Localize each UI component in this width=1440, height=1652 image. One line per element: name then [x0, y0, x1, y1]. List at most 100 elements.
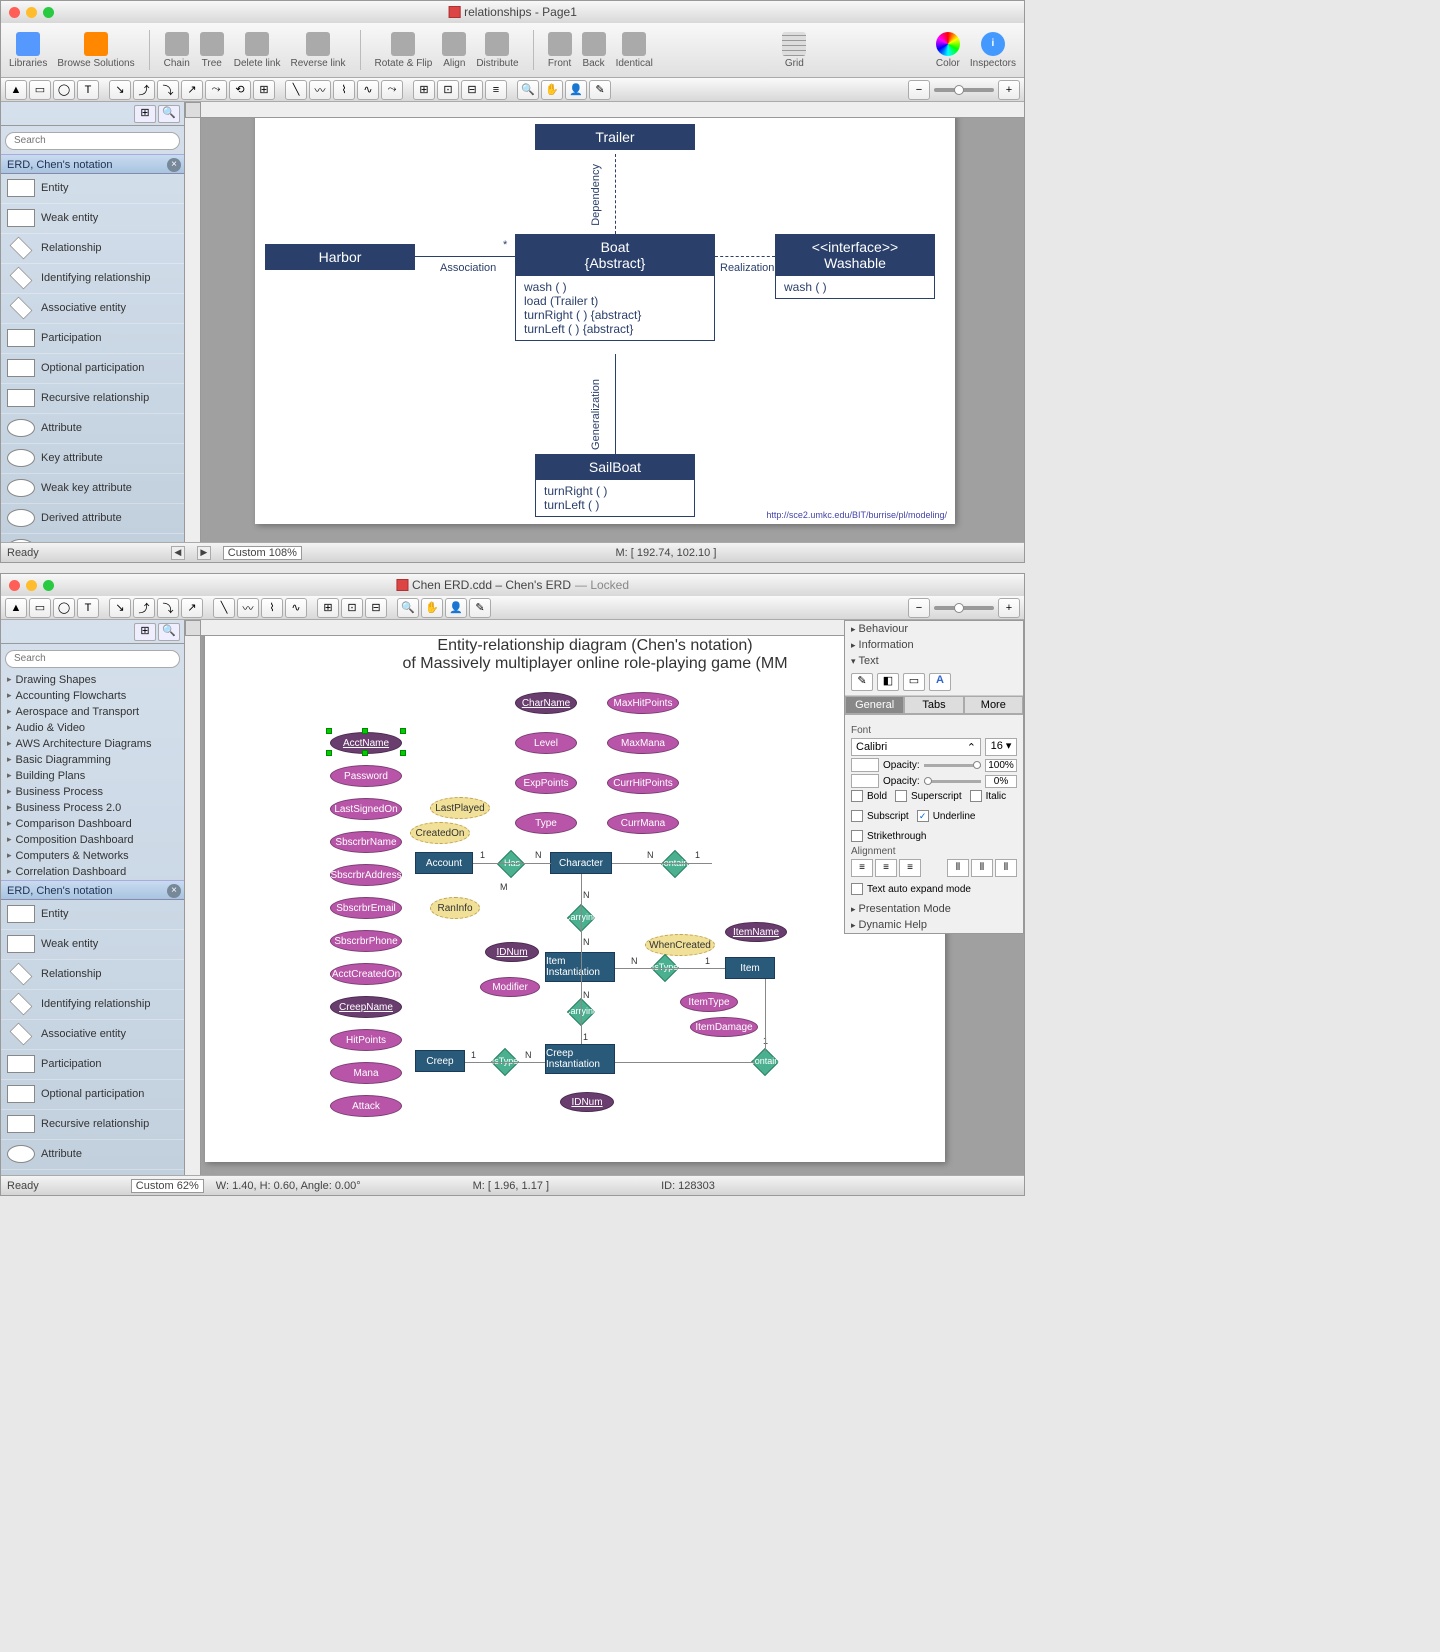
grid-tool[interactable]: ⊞: [317, 598, 339, 618]
connector-tool[interactable]: ↘: [109, 80, 131, 100]
tree-item[interactable]: Accounting Flowcharts: [1, 688, 184, 704]
attr-sbscrbrphone[interactable]: SbscrbrPhone: [330, 930, 402, 952]
text-style-icon-1[interactable]: ✎: [851, 673, 873, 691]
attr-itemname[interactable]: ItemName: [725, 922, 787, 942]
lib-item[interactable]: Identifying relationship: [1, 264, 184, 294]
scroll-right-button[interactable]: ▶: [197, 546, 211, 560]
tree-button[interactable]: Tree: [200, 32, 224, 69]
insp-behaviour[interactable]: Behaviour: [845, 621, 1023, 637]
brush-tool[interactable]: ✎: [469, 598, 491, 618]
attr-modifier[interactable]: Modifier: [480, 977, 540, 997]
tree-item[interactable]: Building Plans: [1, 768, 184, 784]
text-style-icon-3[interactable]: ▭: [903, 673, 925, 691]
tree-item[interactable]: Composition Dashboard: [1, 832, 184, 848]
titlebar[interactable]: relationships - Page1: [1, 1, 1024, 23]
oval-tool[interactable]: ◯: [53, 598, 75, 618]
opacity-value-2[interactable]: 0%: [985, 775, 1017, 788]
pan-tool[interactable]: ✋: [541, 80, 563, 100]
lib-item[interactable]: Key attribute: [1, 1170, 184, 1176]
text-tool[interactable]: T: [77, 598, 99, 618]
ruler-vertical[interactable]: [185, 118, 201, 542]
lib-item[interactable]: Attribute: [1, 414, 184, 444]
align-button[interactable]: Align: [442, 32, 466, 69]
selection-handle[interactable]: [400, 728, 406, 734]
lib-item[interactable]: Multivalue attribute: [1, 534, 184, 543]
entity-item-inst[interactable]: Item Instantiation: [545, 952, 615, 982]
zoom-slider[interactable]: [934, 88, 994, 92]
chk-underline[interactable]: ✓Underline: [917, 810, 976, 822]
insp-information[interactable]: Information: [845, 637, 1023, 653]
search-tab-button[interactable]: 🔍: [158, 623, 180, 641]
attr-createdon[interactable]: CreatedOn: [410, 822, 470, 844]
attr-type[interactable]: Type: [515, 812, 577, 834]
entity-character[interactable]: Character: [550, 852, 612, 874]
valign-mid[interactable]: ⫴: [971, 859, 993, 877]
connector-tool-6[interactable]: ⟲: [229, 80, 251, 100]
tab-general[interactable]: General: [845, 696, 904, 714]
lib-item[interactable]: Optional participation: [1, 354, 184, 384]
tree-heading[interactable]: Drawing Shapes: [1, 672, 184, 688]
zoom-combo[interactable]: Custom 108%: [223, 546, 302, 560]
connector-tool-2[interactable]: ⤴: [133, 598, 155, 618]
lib-item[interactable]: Derived attribute: [1, 504, 184, 534]
tab-tabs[interactable]: Tabs: [904, 696, 963, 714]
user-tool[interactable]: 👤: [445, 598, 467, 618]
identical-button[interactable]: Identical: [616, 32, 653, 69]
pan-tool[interactable]: ✋: [421, 598, 443, 618]
tree-item[interactable]: Business Process 2.0: [1, 800, 184, 816]
chk-bold[interactable]: Bold: [851, 790, 887, 802]
lib-item[interactable]: Weak entity: [1, 204, 184, 234]
selection-handle[interactable]: [400, 750, 406, 756]
entity-account[interactable]: Account: [415, 852, 473, 874]
attr-exppoints[interactable]: ExpPoints: [515, 772, 577, 794]
attr-whencreated[interactable]: WhenCreated: [645, 934, 715, 956]
snap-tool[interactable]: ⊡: [341, 598, 363, 618]
attr-hitpoints[interactable]: HitPoints: [330, 1029, 402, 1051]
attr-attack[interactable]: Attack: [330, 1095, 402, 1117]
insp-presentation[interactable]: Presentation Mode: [845, 901, 1023, 917]
insp-dynhelp[interactable]: Dynamic Help: [845, 917, 1023, 933]
connector-tool-4[interactable]: ↗: [181, 80, 203, 100]
size-select[interactable]: 16 ▾: [985, 738, 1017, 756]
attr-currhitpoints[interactable]: CurrHitPoints: [607, 772, 679, 794]
lib-item[interactable]: Weak key attribute: [1, 474, 184, 504]
attr-itemdamage[interactable]: ItemDamage: [690, 1017, 758, 1037]
entity-item[interactable]: Item: [725, 957, 775, 979]
attr-lastplayed[interactable]: LastPlayed: [430, 797, 490, 819]
library-header[interactable]: ERD, Chen's notation ×: [1, 154, 184, 174]
lib-item[interactable]: Relationship: [1, 960, 184, 990]
stroke-swatch[interactable]: [851, 774, 879, 788]
zoom-out-button[interactable]: −: [908, 80, 930, 100]
align-center[interactable]: ≡: [875, 859, 897, 877]
pointer-tool[interactable]: ▲: [5, 598, 27, 618]
attr-lastsignedon[interactable]: LastSignedOn: [330, 798, 402, 820]
attr-charname[interactable]: CharName: [515, 692, 577, 714]
connector-tool-2[interactable]: ⤴: [133, 80, 155, 100]
lib-item[interactable]: Recursive relationship: [1, 1110, 184, 1140]
attr-idnum[interactable]: IDNum: [485, 942, 539, 962]
fill-swatch[interactable]: [851, 758, 879, 772]
search-input[interactable]: [5, 650, 180, 668]
zoom-in-button[interactable]: +: [998, 598, 1020, 618]
align-left[interactable]: ≡: [851, 859, 873, 877]
association-arrow[interactable]: [415, 256, 515, 257]
entity-creep-inst[interactable]: Creep Instantiation: [545, 1044, 615, 1074]
layers-tool[interactable]: ≡: [485, 80, 507, 100]
lib-item[interactable]: Optional participation: [1, 1080, 184, 1110]
maximize-icon[interactable]: [43, 580, 54, 591]
canvas-area[interactable]: Trailer Harbor Boat {Abstract} wash ( ) …: [185, 102, 1024, 542]
attr-raninfo[interactable]: RanInfo: [430, 897, 480, 919]
lib-item[interactable]: Participation: [1, 324, 184, 354]
valign-bot[interactable]: ⫴: [995, 859, 1017, 877]
lib-item[interactable]: Relationship: [1, 234, 184, 264]
text-style-icon-2[interactable]: ◧: [877, 673, 899, 691]
line-tool-4[interactable]: ∿: [285, 598, 307, 618]
attr-sbscrbrname[interactable]: SbscrbrName: [330, 831, 402, 853]
class-sailboat[interactable]: SailBoat turnRight ( ) turnLeft ( ): [535, 454, 695, 517]
front-button[interactable]: Front: [548, 32, 572, 69]
zoom-in-button[interactable]: +: [998, 80, 1020, 100]
tree-item[interactable]: Comparison Dashboard: [1, 816, 184, 832]
attr-level[interactable]: Level: [515, 732, 577, 754]
minimize-icon[interactable]: [26, 7, 37, 18]
oval-tool[interactable]: ◯: [53, 80, 75, 100]
